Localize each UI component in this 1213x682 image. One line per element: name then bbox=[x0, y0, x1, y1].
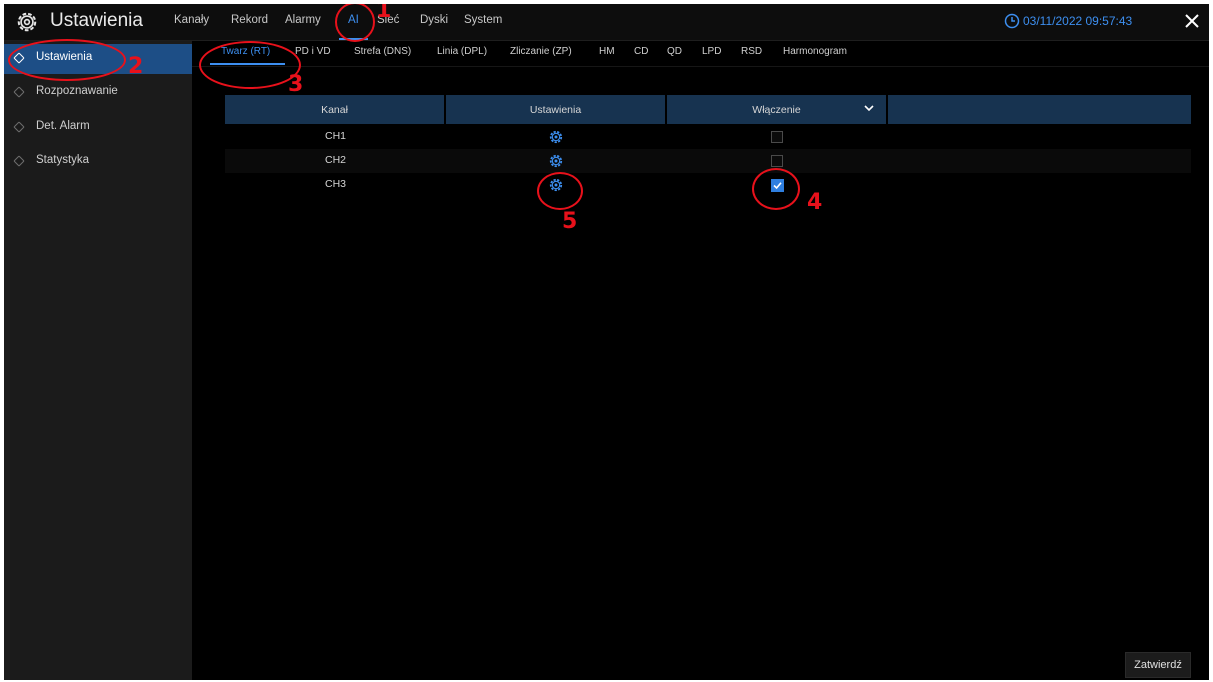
annotation-ellipse-4 bbox=[752, 168, 800, 210]
diamond-icon bbox=[13, 121, 25, 133]
annotation-number-3: 3 bbox=[288, 72, 304, 97]
tab-dyski[interactable]: Dyski bbox=[420, 14, 448, 26]
subtab-zliczanie-zp[interactable]: Zliczanie (ZP) bbox=[510, 46, 572, 57]
column-header-kanal: Kanał bbox=[225, 95, 444, 124]
annotation-number-2: 2 bbox=[128, 54, 144, 79]
annotation-number-5: 5 bbox=[562, 209, 578, 234]
table-row: CH2 bbox=[225, 149, 1191, 173]
tab-rekord[interactable]: Rekord bbox=[231, 14, 268, 26]
subtab-hm[interactable]: HM bbox=[599, 46, 615, 57]
subtab-strefa-dns[interactable]: Strefa (DNS) bbox=[354, 46, 411, 57]
clock-icon bbox=[1004, 13, 1020, 29]
close-icon[interactable] bbox=[1184, 13, 1200, 29]
subtab-qd[interactable]: QD bbox=[667, 46, 682, 57]
sidebar-item-label: Det. Alarm bbox=[36, 120, 90, 132]
sidebar-item-rozpoznawanie[interactable]: Rozpoznawanie bbox=[4, 78, 192, 108]
datetime-display: 03/11/2022 09:57:43 bbox=[1023, 14, 1133, 28]
gear-icon bbox=[17, 12, 37, 32]
gear-icon[interactable] bbox=[549, 130, 563, 144]
subtab-harmonogram[interactable]: Harmonogram bbox=[783, 46, 847, 57]
subtab-lpd[interactable]: LPD bbox=[702, 46, 721, 57]
subtab-cd[interactable]: CD bbox=[634, 46, 648, 57]
app-title: Ustawienia bbox=[50, 10, 143, 31]
sidebar-item-label: Statystyka bbox=[36, 154, 90, 166]
top-bar: Ustawienia Kanały Rekord Alarmy AI Sieć … bbox=[4, 4, 1209, 41]
submit-button[interactable]: Zatwierdź bbox=[1125, 652, 1191, 678]
annotation-ellipse-2 bbox=[8, 39, 126, 81]
column-header-ustawienia: Ustawienia bbox=[446, 95, 665, 124]
tab-system[interactable]: System bbox=[464, 14, 502, 26]
dvr-window: Ustawienia Kanały Rekord Alarmy AI Sieć … bbox=[4, 4, 1209, 680]
enable-checkbox[interactable] bbox=[771, 131, 783, 143]
column-header-wlaczenie[interactable]: Włączenie bbox=[667, 95, 886, 124]
column-header-empty bbox=[888, 95, 1191, 124]
annotation-number-1: 1 bbox=[376, 4, 392, 23]
sidebar-item-label: Rozpoznawanie bbox=[36, 85, 118, 97]
enable-checkbox[interactable] bbox=[771, 155, 783, 167]
annotation-ellipse-3 bbox=[199, 41, 301, 89]
sidebar: Ustawienia Rozpoznawanie Det. Alarm Stat… bbox=[4, 41, 192, 680]
annotation-number-4: 4 bbox=[807, 190, 823, 215]
subtab-divider bbox=[192, 66, 1209, 67]
tab-alarmy[interactable]: Alarmy bbox=[285, 14, 321, 26]
tab-kanaly[interactable]: Kanały bbox=[174, 14, 209, 26]
channel-table-header: Kanał Ustawienia Włączenie bbox=[225, 95, 1191, 124]
table-row: CH1 bbox=[225, 125, 1191, 149]
annotation-ellipse-5 bbox=[537, 172, 583, 210]
sidebar-item-statystyka[interactable]: Statystyka bbox=[4, 147, 192, 177]
channel-label: CH1 bbox=[324, 130, 346, 142]
subtab-pd-i-vd[interactable]: PD i VD bbox=[295, 46, 331, 57]
sidebar-item-det-alarm[interactable]: Det. Alarm bbox=[4, 113, 192, 143]
diamond-icon bbox=[13, 86, 25, 98]
gear-icon[interactable] bbox=[549, 154, 563, 168]
subtab-linia-dpl[interactable]: Linia (DPL) bbox=[437, 46, 487, 57]
chevron-down-icon[interactable] bbox=[864, 104, 874, 112]
table-row: CH3 bbox=[225, 173, 1191, 197]
subtab-rsd[interactable]: RSD bbox=[741, 46, 762, 57]
channel-label: CH2 bbox=[324, 154, 346, 166]
channel-label: CH3 bbox=[324, 178, 346, 190]
diamond-icon bbox=[13, 155, 25, 167]
